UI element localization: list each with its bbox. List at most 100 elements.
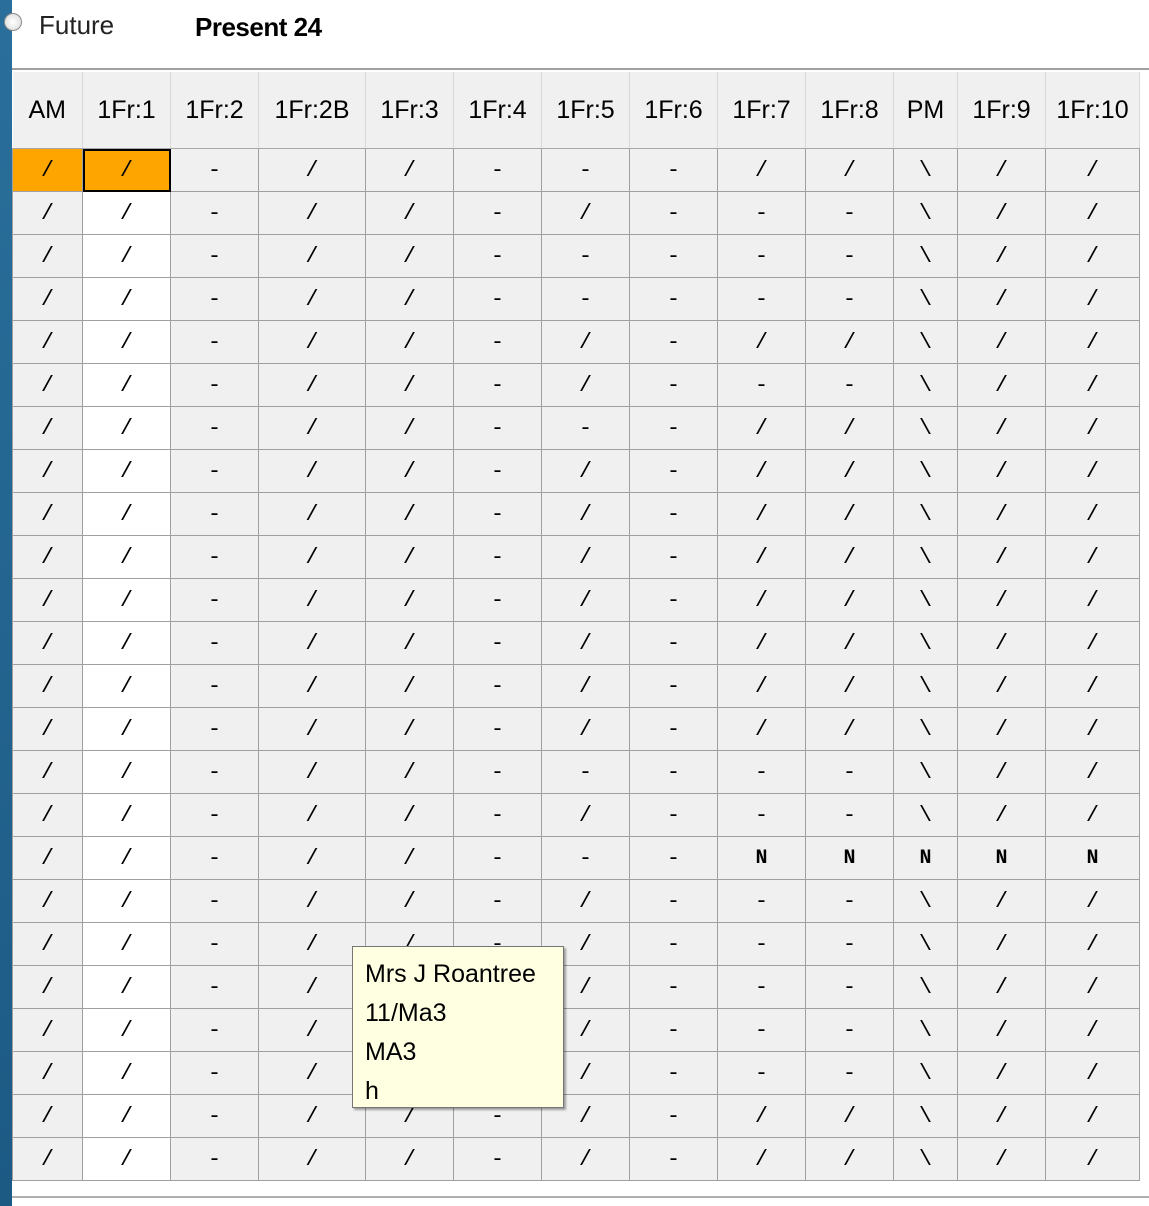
attendance-mark-cell[interactable]: / <box>12 1008 83 1052</box>
attendance-mark-cell[interactable]: - <box>170 449 259 493</box>
attendance-mark-cell[interactable]: \ <box>893 1094 958 1138</box>
attendance-mark-cell[interactable]: / <box>12 836 83 880</box>
attendance-mark-cell[interactable]: - <box>629 578 718 622</box>
attendance-mark-cell[interactable]: \ <box>893 965 958 1009</box>
attendance-mark-cell[interactable]: / <box>957 965 1046 1009</box>
attendance-mark-cell[interactable]: \ <box>893 320 958 364</box>
attendance-mark-cell[interactable]: - <box>170 535 259 579</box>
attendance-mark-cell[interactable]: N <box>957 836 1046 880</box>
column-header[interactable]: 1Fr:6 <box>629 72 718 149</box>
attendance-mark-cell[interactable]: - <box>717 879 806 923</box>
attendance-mark-cell[interactable]: / <box>258 922 366 966</box>
student-row[interactable]: //-//-/---\// <box>12 191 1140 235</box>
attendance-mark-cell[interactable]: / <box>82 879 171 923</box>
attendance-mark-cell[interactable]: / <box>12 492 83 536</box>
attendance-mark-cell[interactable]: - <box>170 879 259 923</box>
attendance-mark-cell[interactable]: - <box>717 965 806 1009</box>
attendance-mark-cell[interactable]: - <box>453 406 542 450</box>
attendance-mark-cell[interactable]: / <box>258 578 366 622</box>
attendance-mark-cell[interactable]: / <box>1045 578 1140 622</box>
attendance-mark-cell[interactable]: / <box>82 406 171 450</box>
attendance-mark-cell[interactable]: - <box>453 707 542 751</box>
attendance-mark-cell[interactable]: / <box>365 664 454 708</box>
attendance-mark-cell[interactable]: - <box>629 750 718 794</box>
attendance-mark-cell[interactable]: / <box>258 492 366 536</box>
attendance-mark-cell[interactable]: / <box>957 191 1046 235</box>
attendance-mark-cell[interactable]: / <box>541 664 630 708</box>
attendance-mark-cell[interactable]: / <box>258 406 366 450</box>
attendance-mark-cell[interactable]: - <box>717 750 806 794</box>
attendance-mark-cell[interactable]: - <box>453 836 542 880</box>
attendance-mark-cell[interactable]: \ <box>893 1051 958 1095</box>
attendance-mark-cell[interactable]: - <box>629 664 718 708</box>
attendance-mark-cell[interactable]: \ <box>893 879 958 923</box>
attendance-mark-cell[interactable]: / <box>957 750 1046 794</box>
attendance-mark-cell[interactable]: / <box>82 621 171 665</box>
attendance-mark-cell[interactable]: - <box>717 1008 806 1052</box>
attendance-mark-cell[interactable]: / <box>12 1094 83 1138</box>
attendance-mark-cell[interactable]: / <box>82 1008 171 1052</box>
attendance-mark-cell[interactable]: / <box>82 1137 171 1181</box>
column-header[interactable]: PM <box>893 72 958 149</box>
attendance-mark-cell[interactable]: - <box>629 320 718 364</box>
attendance-mark-cell[interactable]: / <box>957 707 1046 751</box>
attendance-mark-cell[interactable]: - <box>629 449 718 493</box>
attendance-mark-cell[interactable]: - <box>805 922 894 966</box>
attendance-mark-cell[interactable]: / <box>365 750 454 794</box>
attendance-mark-cell[interactable]: / <box>258 1008 366 1052</box>
attendance-mark-cell[interactable]: - <box>629 1137 718 1181</box>
column-header[interactable]: 1Fr:7 <box>717 72 806 149</box>
attendance-mark-cell[interactable]: / <box>82 148 171 192</box>
attendance-mark-cell[interactable]: / <box>957 793 1046 837</box>
attendance-mark-cell[interactable]: / <box>1045 750 1140 794</box>
attendance-mark-cell[interactable]: - <box>541 234 630 278</box>
attendance-mark-cell[interactable]: - <box>629 148 718 192</box>
attendance-mark-cell[interactable]: - <box>453 1137 542 1181</box>
attendance-mark-cell[interactable]: / <box>365 836 454 880</box>
attendance-mark-cell[interactable]: / <box>541 621 630 665</box>
attendance-mark-cell[interactable]: - <box>541 148 630 192</box>
attendance-mark-cell[interactable]: - <box>629 277 718 321</box>
attendance-mark-cell[interactable]: / <box>258 234 366 278</box>
attendance-mark-cell[interactable]: \ <box>893 191 958 235</box>
attendance-mark-cell[interactable]: / <box>717 1137 806 1181</box>
student-row[interactable]: / / - / / - / - / / \ / / <box>12 664 1140 708</box>
attendance-mark-cell[interactable]: / <box>541 707 630 751</box>
attendance-mark-cell[interactable]: - <box>717 922 806 966</box>
attendance-mark-cell[interactable]: - <box>170 793 259 837</box>
attendance-mark-cell[interactable]: / <box>717 492 806 536</box>
student-row[interactable]: / / - / / - - - N N N N N <box>12 836 1140 880</box>
attendance-mark-cell[interactable]: / <box>717 406 806 450</box>
attendance-mark-cell[interactable]: / <box>258 148 366 192</box>
attendance-mark-cell[interactable]: / <box>365 621 454 665</box>
attendance-mark-cell[interactable]: / <box>365 148 454 192</box>
attendance-mark-cell[interactable]: \ <box>893 492 958 536</box>
attendance-mark-cell[interactable]: / <box>1045 965 1140 1009</box>
attendance-mark-cell[interactable]: - <box>717 191 806 235</box>
attendance-mark-cell[interactable]: / <box>805 535 894 579</box>
attendance-mark-cell[interactable]: / <box>258 879 366 923</box>
attendance-mark-cell[interactable]: / <box>82 578 171 622</box>
attendance-mark-cell[interactable]: - <box>629 1051 718 1095</box>
student-row[interactable]: / / - / / - - - / / \ / / <box>12 406 1140 450</box>
attendance-mark-cell[interactable]: / <box>12 578 83 622</box>
attendance-mark-cell[interactable]: / <box>82 836 171 880</box>
attendance-mark-cell[interactable]: - <box>170 1051 259 1095</box>
attendance-mark-cell[interactable]: / <box>258 320 366 364</box>
attendance-mark-cell[interactable]: / <box>258 363 366 407</box>
attendance-mark-cell[interactable]: / <box>805 621 894 665</box>
student-row[interactable]: / / - / / - - - / / \ / / <box>12 148 1140 192</box>
attendance-mark-cell[interactable]: / <box>1045 922 1140 966</box>
attendance-mark-cell[interactable]: / <box>82 664 171 708</box>
attendance-mark-cell[interactable]: / <box>82 1051 171 1095</box>
attendance-mark-cell[interactable]: \ <box>893 363 958 407</box>
attendance-mark-cell[interactable]: - <box>453 234 542 278</box>
attendance-mark-cell[interactable]: / <box>12 449 83 493</box>
attendance-mark-cell[interactable]: - <box>717 1051 806 1095</box>
attendance-mark-cell[interactable]: / <box>12 879 83 923</box>
attendance-mark-cell[interactable]: - <box>805 750 894 794</box>
attendance-mark-cell[interactable]: - <box>170 664 259 708</box>
student-row[interactable]: / / - / / - / - / / \ / / <box>12 492 1140 536</box>
attendance-mark-cell[interactable]: / <box>1045 1094 1140 1138</box>
attendance-mark-cell[interactable]: / <box>365 578 454 622</box>
